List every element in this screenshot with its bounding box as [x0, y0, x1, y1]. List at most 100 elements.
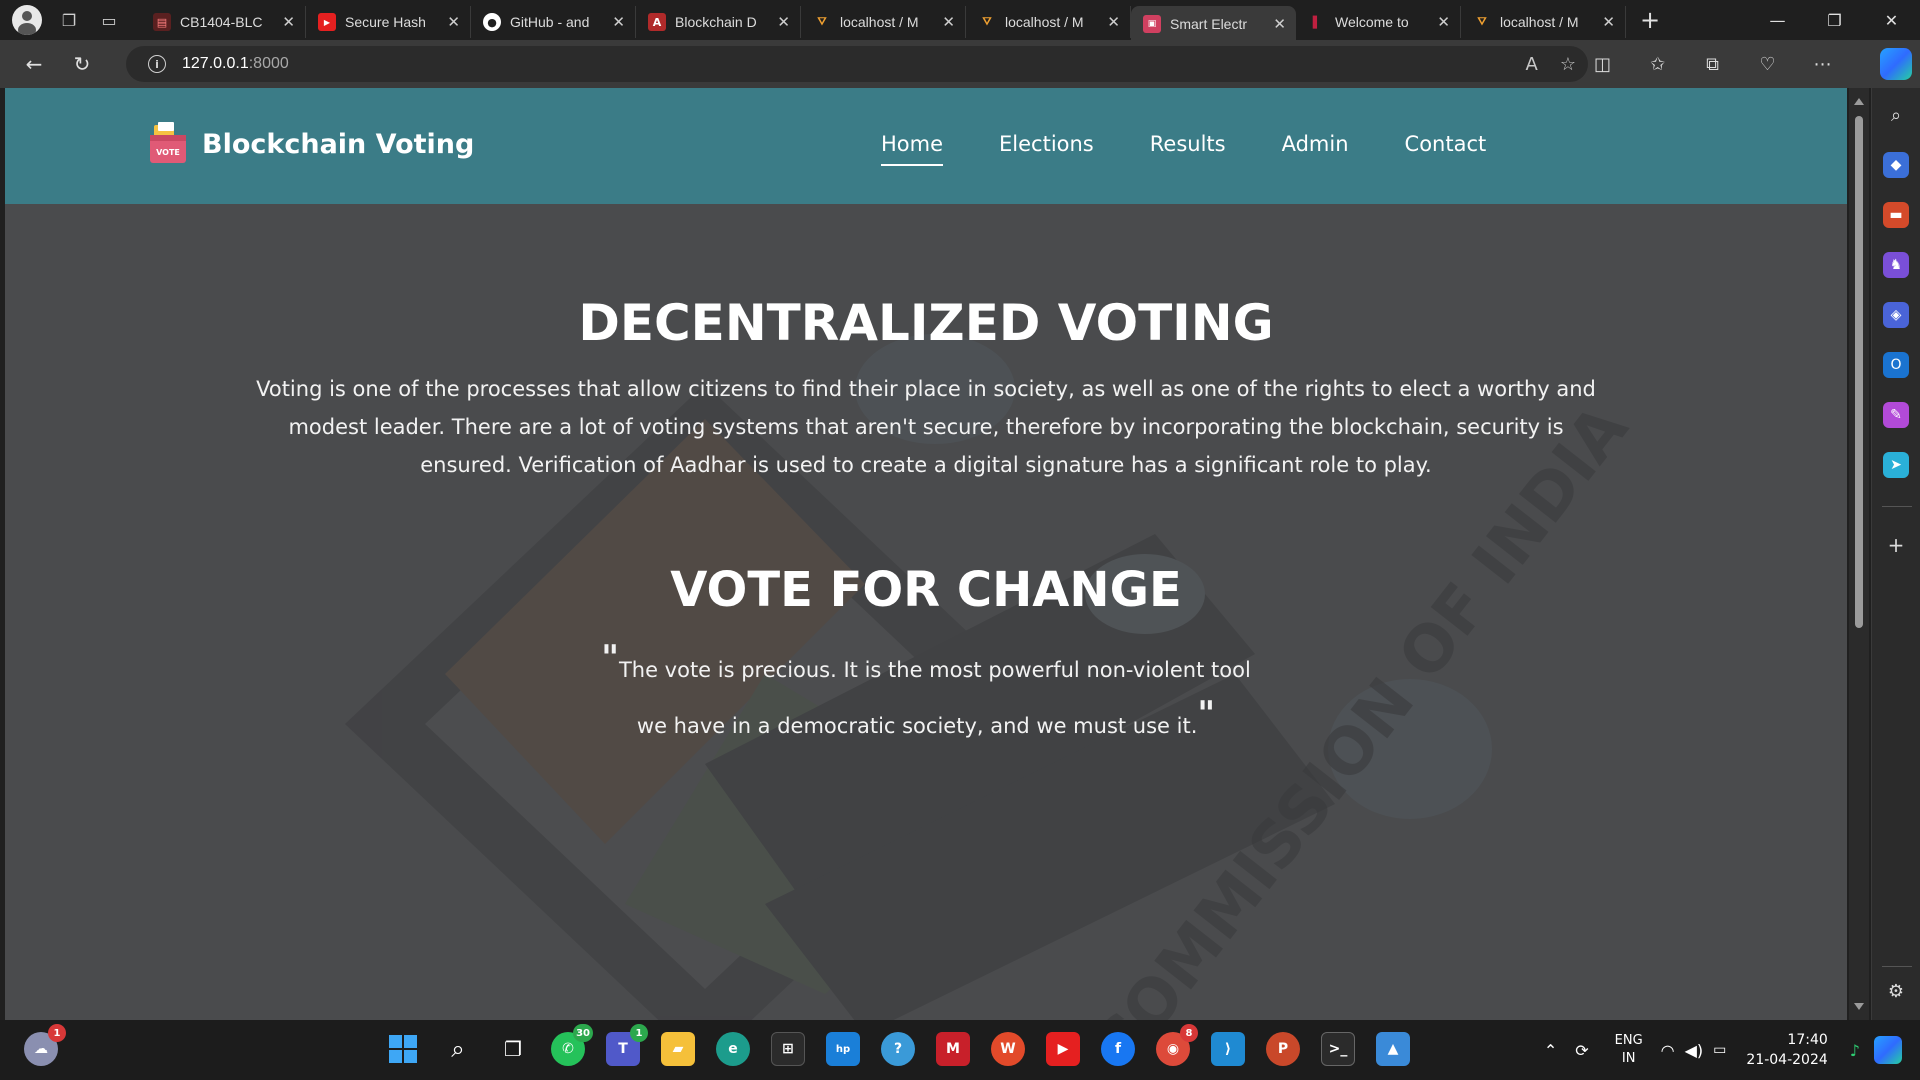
scroll-thumb[interactable]: [1855, 116, 1863, 628]
show-hidden-icons-icon[interactable]: ⌃: [1544, 1041, 1557, 1060]
teams-icon[interactable]: T 1: [606, 1024, 648, 1066]
close-icon[interactable]: ✕: [942, 13, 955, 31]
terminal-icon[interactable]: >_: [1321, 1032, 1355, 1066]
github-icon: ●: [483, 13, 501, 31]
nav-elections[interactable]: Elections: [999, 132, 1094, 166]
sync-icon[interactable]: ⟳: [1575, 1041, 1588, 1060]
close-icon[interactable]: ✕: [777, 13, 790, 31]
close-icon[interactable]: ✕: [1602, 13, 1615, 31]
whatsapp-icon[interactable]: ✆ 30: [551, 1024, 593, 1066]
weather-widget-icon[interactable]: ☁ 1: [24, 1024, 66, 1066]
microsoft-store-icon[interactable]: ⊞: [771, 1032, 805, 1066]
browser-tab[interactable]: ▤ CB1404-BLC ✕: [141, 6, 306, 38]
favorites-icon[interactable]: ✩: [1630, 54, 1685, 75]
close-icon[interactable]: ✕: [1437, 13, 1450, 31]
sidebar-divider: [1882, 966, 1912, 967]
close-icon[interactable]: ✕: [1273, 15, 1286, 33]
add-icon[interactable]: +: [1883, 532, 1909, 558]
workspaces-icon[interactable]: ❐: [49, 0, 89, 40]
browser-tab[interactable]: ▌ Welcome to ✕: [1296, 6, 1461, 38]
site-info-icon[interactable]: i: [148, 55, 166, 73]
nav-results[interactable]: Results: [1150, 132, 1226, 166]
tab-title: Smart Electr: [1170, 16, 1248, 32]
copilot-taskbar-icon[interactable]: [1874, 1036, 1902, 1064]
nav-contact[interactable]: Contact: [1405, 132, 1487, 166]
main-nav: Home Elections Results Admin Contact: [881, 132, 1486, 166]
designer-icon[interactable]: ✎: [1883, 402, 1909, 428]
close-icon[interactable]: ✕: [282, 13, 295, 31]
close-icon[interactable]: ✕: [612, 13, 625, 31]
photos-icon[interactable]: ▲: [1376, 1032, 1410, 1066]
edge-sidebar: ⌕ ◆ ▬ ♞ ◈ O ✎ ➤ + ⚙: [1871, 88, 1920, 1020]
chrome-icon[interactable]: ◉ 8: [1156, 1024, 1198, 1066]
ballot-box-logo-icon: VOTE: [148, 121, 188, 167]
volume-icon[interactable]: ◀): [1685, 1041, 1704, 1060]
search-taskbar-icon[interactable]: ⌕: [441, 1032, 475, 1066]
collections-icon[interactable]: ⧉: [1685, 54, 1740, 75]
restore-icon[interactable]: ❐: [1806, 0, 1863, 40]
close-icon[interactable]: ✕: [447, 13, 460, 31]
new-tab-icon[interactable]: +: [1640, 6, 1660, 34]
browser-tab[interactable]: A Blockchain D ✕: [636, 6, 801, 38]
brand[interactable]: VOTE Blockchain Voting: [148, 121, 474, 167]
nav-home[interactable]: Home: [881, 132, 944, 166]
copilot-sidebar-icon[interactable]: ◈: [1883, 302, 1909, 328]
youtube-taskbar-icon[interactable]: ▶: [1046, 1032, 1080, 1066]
browser-essentials-icon[interactable]: ♡: [1740, 54, 1795, 75]
minimize-icon[interactable]: —: [1749, 0, 1806, 40]
site-header: VOTE Blockchain Voting Home Elections Re…: [5, 88, 1847, 204]
copilot-icon[interactable]: [1880, 48, 1912, 80]
outlook-icon[interactable]: O: [1883, 352, 1909, 378]
nav-admin[interactable]: Admin: [1282, 132, 1349, 166]
hp-app-icon[interactable]: hp: [826, 1032, 860, 1066]
tools-icon[interactable]: ▬: [1883, 202, 1909, 228]
sidebar-divider: [1882, 506, 1912, 507]
scroll-down-icon[interactable]: [1854, 1003, 1864, 1010]
wps-office-icon[interactable]: W: [991, 1032, 1025, 1066]
close-window-icon[interactable]: ✕: [1863, 0, 1920, 40]
task-view-icon[interactable]: ❐: [496, 1032, 530, 1066]
browser-tab-strip: ❐ ▭ ▤ CB1404-BLC ✕ ▶ Secure Hash ✕ ● Git…: [0, 0, 1920, 42]
browser-tab[interactable]: ⛛ localhost / M ✕: [966, 6, 1131, 38]
wifi-icon[interactable]: ◠: [1661, 1041, 1675, 1060]
page-scrollbar[interactable]: [1849, 88, 1869, 1020]
more-options-icon[interactable]: ⋯: [1795, 54, 1850, 75]
browser-tab-active[interactable]: ▣ Smart Electr ✕: [1131, 6, 1296, 42]
close-icon[interactable]: ✕: [1107, 13, 1120, 31]
system-tray: ⌃ ⟳ ENG IN ◠ ◀) ▭ 17:40 21-04-2024 ♪: [1544, 1020, 1920, 1080]
games-icon[interactable]: ♞: [1883, 252, 1909, 278]
browser-tab[interactable]: ▶ Secure Hash ✕: [306, 6, 471, 38]
notification-bell-icon[interactable]: ♪: [1850, 1041, 1860, 1060]
browser-tab[interactable]: ⛛ localhost / M ✕: [1461, 6, 1626, 38]
split-screen-icon[interactable]: ◫: [1575, 54, 1630, 75]
clock[interactable]: 17:40 21-04-2024: [1746, 1030, 1827, 1070]
shopping-tag-icon[interactable]: ◆: [1883, 152, 1909, 178]
search-icon[interactable]: ⌕: [1883, 102, 1909, 128]
powerpoint-icon[interactable]: P: [1266, 1032, 1300, 1066]
help-icon[interactable]: ?: [881, 1032, 915, 1066]
browser-tab[interactable]: ⛛ localhost / M ✕: [801, 6, 966, 38]
settings-gear-icon[interactable]: ⚙: [1883, 978, 1909, 1004]
whatsapp-badge: 30: [573, 1024, 593, 1042]
facebook-icon[interactable]: f: [1101, 1032, 1135, 1066]
drop-send-icon[interactable]: ➤: [1883, 452, 1909, 478]
favorite-star-icon[interactable]: ☆: [1560, 54, 1576, 75]
edge-browser-icon[interactable]: e: [716, 1032, 750, 1066]
refresh-icon[interactable]: ↻: [58, 40, 106, 88]
scroll-up-icon[interactable]: [1854, 98, 1864, 105]
address-bar[interactable]: i 127.0.0.1:8000 A ☆: [126, 46, 1588, 82]
language-indicator[interactable]: ENG IN: [1615, 1032, 1643, 1068]
window-controls: — ❐ ✕: [1749, 0, 1920, 40]
tab-title: Secure Hash: [345, 14, 426, 30]
vertical-tabs-icon[interactable]: ▭: [89, 0, 129, 40]
vscode-icon[interactable]: ⟩: [1211, 1032, 1245, 1066]
windows-start-icon[interactable]: [386, 1032, 420, 1066]
read-aloud-icon[interactable]: A: [1526, 54, 1538, 75]
profile-avatar-icon[interactable]: [12, 5, 42, 35]
mcafee-icon[interactable]: M: [936, 1032, 970, 1066]
browser-tab[interactable]: ● GitHub - and ✕: [471, 6, 636, 38]
battery-icon[interactable]: ▭: [1713, 1042, 1726, 1058]
file-explorer-icon[interactable]: ▰: [661, 1032, 695, 1066]
back-arrow-icon[interactable]: ←: [10, 40, 58, 88]
quote-text: The vote is precious. It is the most pow…: [618, 658, 1251, 738]
